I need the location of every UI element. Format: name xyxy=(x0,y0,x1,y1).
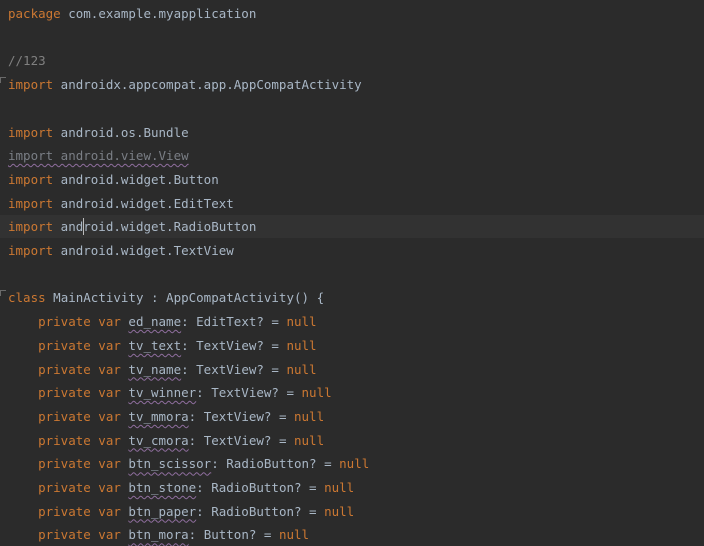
code-line[interactable]: import android.widget.EditText xyxy=(0,192,704,215)
code-line[interactable]: import android.view.View xyxy=(0,144,704,167)
code-token: android.widget.Button xyxy=(53,171,219,187)
code-token: import android.view.View xyxy=(8,148,189,164)
code-token: private var xyxy=(8,480,129,495)
code-token: btn_mora xyxy=(128,527,189,543)
code-token: : RadioButton? = xyxy=(196,480,325,495)
code-token: : TextView? = xyxy=(181,337,287,353)
code-token: : Button? = xyxy=(188,527,279,543)
code-token: null xyxy=(324,503,355,519)
code-token: tv_text xyxy=(128,337,182,353)
code-token: class xyxy=(8,290,46,306)
code-token: private var xyxy=(8,503,129,519)
code-token: null xyxy=(324,480,355,495)
code-line[interactable] xyxy=(0,26,704,49)
code-token: : EditText? = xyxy=(181,314,287,330)
code-line[interactable]: private var btn_paper: RadioButton? = nu… xyxy=(0,500,704,523)
code-token: private var xyxy=(8,456,129,472)
code-line[interactable]: package com.example.myapplication xyxy=(0,2,704,25)
code-token: private var xyxy=(8,408,129,424)
code-token: import xyxy=(8,124,54,140)
code-token: null xyxy=(286,361,317,377)
code-token: null xyxy=(294,432,325,448)
code-token: tv_name xyxy=(128,361,182,377)
code-token: private var xyxy=(8,314,129,330)
code-token: com.example.myapplication xyxy=(60,6,257,21)
code-line[interactable]: import android.widget.TextView xyxy=(0,239,704,262)
code-line[interactable]: private var tv_text: TextView? = null xyxy=(0,334,704,357)
code-token: null xyxy=(294,408,325,424)
code-token: tv_winner xyxy=(128,385,197,401)
code-token: btn_paper xyxy=(128,503,197,519)
code-line[interactable] xyxy=(0,97,704,120)
code-line[interactable]: private var btn_mora: Button? = null xyxy=(0,523,704,546)
code-token: tv_cmora xyxy=(128,432,189,448)
code-token: import xyxy=(8,77,54,93)
fold-marker-icon[interactable] xyxy=(0,290,6,297)
code-line[interactable]: private var tv_winner: TextView? = null xyxy=(0,381,704,404)
code-line[interactable]: private var btn_scissor: RadioButton? = … xyxy=(0,452,704,475)
code-token: private var xyxy=(8,337,129,353)
code-token: : TextView? = xyxy=(196,385,302,401)
fold-marker-icon[interactable] xyxy=(0,77,6,84)
code-line[interactable]: //123 xyxy=(0,49,704,72)
code-token: import xyxy=(8,171,54,187)
code-token: import xyxy=(8,243,54,258)
code-token: package xyxy=(8,6,61,21)
code-token: androidx.appcompat.app.AppCompatActivity xyxy=(53,77,362,93)
code-token: null xyxy=(339,456,370,472)
code-token: : RadioButton? = xyxy=(196,503,325,519)
code-line[interactable]: import android.widget.RadioButton xyxy=(0,215,704,239)
code-token: ed_name xyxy=(128,314,182,330)
code-line[interactable]: private var btn_stone: RadioButton? = nu… xyxy=(0,476,704,499)
code-token: android.widget.EditText xyxy=(53,195,234,211)
code-token: btn_scissor xyxy=(128,456,212,472)
code-line[interactable]: import android.widget.Button xyxy=(0,168,704,191)
code-token: private var xyxy=(8,432,129,448)
code-line[interactable]: private var tv_name: TextView? = null xyxy=(0,358,704,381)
code-token: : TextView? = xyxy=(188,408,294,424)
code-token: tv_mmora xyxy=(128,408,189,424)
code-token: btn_stone xyxy=(128,480,197,495)
text-cursor xyxy=(83,218,84,236)
code-token: null xyxy=(278,527,310,543)
code-token: private var xyxy=(8,361,129,377)
code-line[interactable]: class MainActivity : AppCompatActivity()… xyxy=(0,286,704,309)
code-line[interactable]: import androidx.appcompat.app.AppCompatA… xyxy=(0,73,704,96)
code-token: : TextView? = xyxy=(188,432,294,448)
code-token: : RadioButton? = xyxy=(211,456,340,472)
code-line[interactable] xyxy=(0,263,704,286)
code-token: private var xyxy=(8,385,129,401)
code-token: null xyxy=(301,385,332,401)
code-token: //123 xyxy=(8,53,46,69)
code-line[interactable]: private var tv_mmora: TextView? = null xyxy=(0,405,704,428)
code-token: import xyxy=(8,219,54,235)
code-line[interactable]: private var ed_name: EditText? = null xyxy=(0,310,704,333)
code-token: android.widget.TextView xyxy=(53,243,234,258)
code-token: null xyxy=(286,314,317,330)
code-line[interactable]: private var tv_cmora: TextView? = null xyxy=(0,429,704,452)
code-token: import xyxy=(8,195,54,211)
code-token: : TextView? = xyxy=(181,361,287,377)
code-token: null xyxy=(286,337,317,353)
code-token: private var xyxy=(8,527,129,543)
code-line[interactable]: import android.os.Bundle xyxy=(0,121,704,144)
code-editor[interactable]: package com.example.myapplication //123 im… xyxy=(0,0,704,546)
code-token: android.os.Bundle xyxy=(53,124,189,140)
code-token: MainActivity : AppCompatActivity() { xyxy=(45,290,325,306)
